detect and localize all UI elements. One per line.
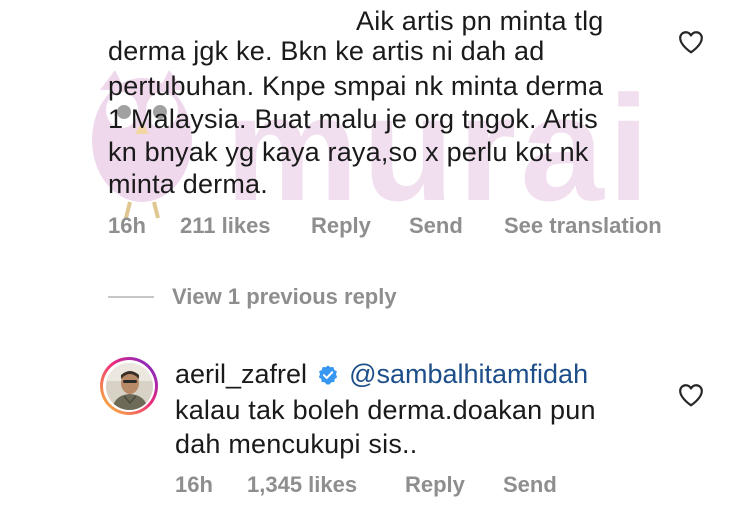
send-button[interactable]: Send [503, 472, 557, 498]
send-button[interactable]: Send [409, 213, 504, 239]
avatar-photo [105, 362, 153, 410]
reply-meta: 16h 1,345 likes Reply Send [175, 472, 557, 498]
reply-likes[interactable]: 1,345 likes [247, 472, 405, 498]
username[interactable]: aeril_zafrel [175, 357, 307, 392]
reply-header: aeril_zafrel @sambalhitamfidah [175, 357, 588, 392]
comment-line: pertubuhan. Knpe smpai nk minta derma [108, 71, 604, 101]
see-translation-button[interactable]: See translation [504, 213, 662, 239]
verified-badge-icon [318, 364, 338, 385]
view-previous-replies[interactable]: View 1 previous reply [108, 284, 397, 310]
comment-line: minta derma. [108, 169, 268, 199]
comment-likes[interactable]: 211 likes [180, 213, 311, 239]
comment-line: kn bnyak yg kaya raya,so x perlu kot nk [108, 137, 589, 167]
divider-line [108, 296, 154, 298]
comment-line: derma jgk ke. Bkn ke artis ni dah ad [108, 36, 545, 66]
heart-outline-icon[interactable] [678, 383, 704, 407]
reply-line: dah mencukupi sis.. [175, 429, 418, 459]
reply-line: kalau tak boleh derma.doakan pun [175, 395, 596, 425]
avatar[interactable] [100, 357, 158, 415]
heart-outline-icon[interactable] [678, 30, 704, 54]
comment-time: 16h [108, 213, 146, 238]
reply-button[interactable]: Reply [311, 213, 409, 239]
reply-time: 16h [175, 472, 213, 497]
comment-meta: 16h 211 likes Reply Send See translation [108, 213, 662, 239]
reply-button[interactable]: Reply [405, 472, 503, 498]
view-replies-label: View 1 previous reply [172, 284, 397, 309]
mention-link[interactable]: @sambalhitamfidah [349, 357, 588, 392]
comment-line: 1 Malaysia. Buat malu je org tngok. Arti… [108, 104, 598, 134]
